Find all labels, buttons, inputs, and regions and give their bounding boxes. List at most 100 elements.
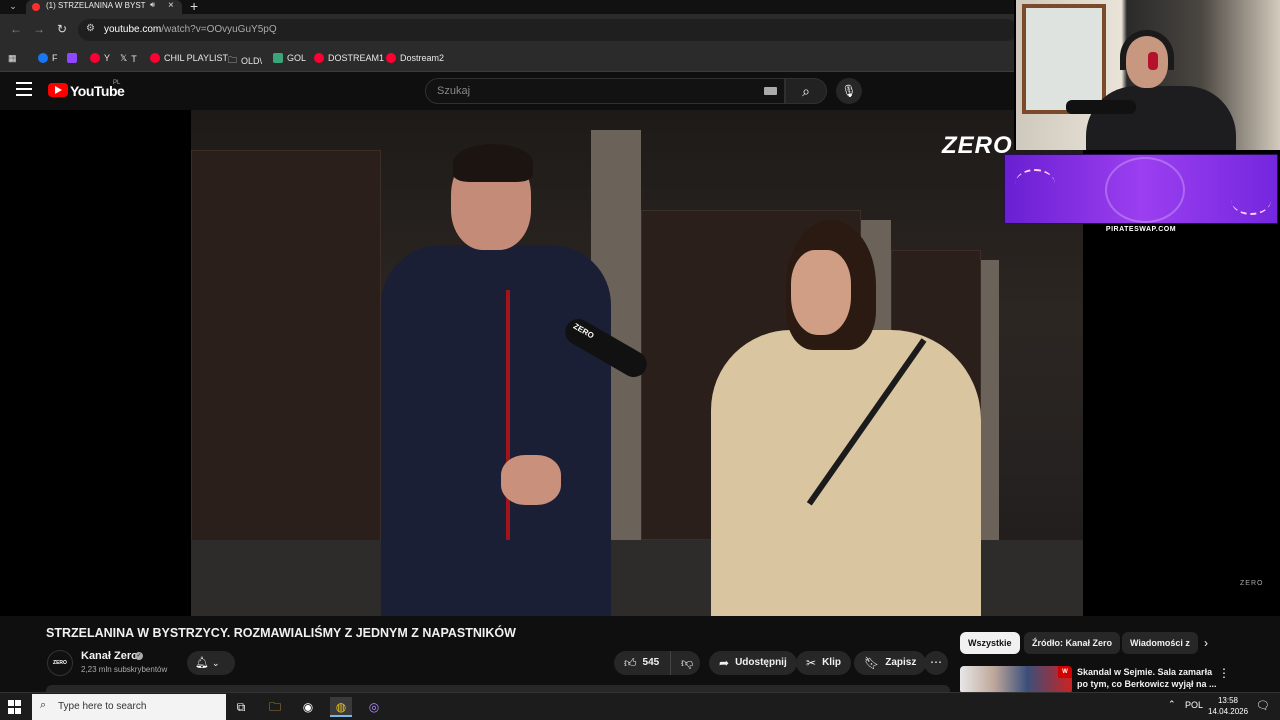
back-arrow-icon[interactable]: ← — [10, 22, 22, 36]
bookmark-y[interactable]: Y — [90, 53, 110, 63]
keyboard-icon[interactable] — [764, 87, 777, 95]
search-placeholder: Szukaj — [437, 85, 471, 97]
chip-all[interactable]: Wszystkie — [960, 632, 1020, 654]
more-dots-icon: ⋯ — [930, 655, 942, 669]
thumbs-up-icon: 👍︎ — [624, 656, 637, 670]
tab-title: (1) STRZELANINA W BYSTRZ — [46, 1, 146, 10]
x-logo-icon: 𝕏 — [120, 53, 128, 63]
search-icon: ⌕ — [802, 83, 810, 99]
apps-grid-icon[interactable]: ▦ — [8, 53, 17, 64]
hands — [501, 455, 561, 505]
save-button[interactable]: 🔖︎ Zapisz — [854, 651, 927, 675]
windows-taskbar: ⌕ Type here to search ⧉ 🗀︎ ◉ ◍ ◎ ⌃ POL 1… — [0, 692, 1280, 720]
scissors-icon: ✂ — [806, 656, 817, 670]
bookmark-gol[interactable]: GOL — [273, 53, 306, 63]
bookmark-folder-old[interactable]: 🗀︎ OLD\ — [228, 53, 262, 69]
interviewee-figure — [381, 144, 611, 616]
more-vertical-icon[interactable]: ⋮ — [1218, 666, 1230, 680]
bookmark-twitch[interactable] — [67, 53, 81, 63]
browser-tab-active[interactable]: (1) STRZELANINA W BYSTRZ 🔊︎ × — [26, 0, 182, 14]
facebook-icon — [38, 53, 48, 63]
search-button[interactable]: ⌕ — [785, 78, 827, 104]
video-title: STRZELANINA W BYSTRZYCY. ROZMAWIALIŚMY Z… — [46, 626, 516, 640]
window-frame — [1022, 4, 1106, 114]
youtube-icon — [90, 53, 100, 63]
windows-start-icon[interactable] — [8, 700, 22, 714]
sponsor-banner — [1004, 154, 1278, 224]
bookmark-chil-playlist[interactable]: CHIL PLAYLIST — [150, 53, 228, 63]
sponsor-caption: PIRATESWAP.COM — [1105, 226, 1177, 233]
share-button[interactable]: ➦ Udostępnij — [709, 651, 797, 675]
channel-badge: W — [1058, 666, 1072, 678]
zero-logo-overlay: ZERO — [942, 132, 1013, 159]
obs-icon[interactable]: ◉ — [297, 697, 319, 717]
youtube-icon — [386, 53, 396, 63]
tray-caret-icon[interactable]: ⌃ — [1168, 699, 1176, 710]
chevron-right-icon[interactable]: › — [1204, 636, 1208, 650]
bell-icon: 🔔︎ — [195, 657, 209, 669]
dislike-button[interactable]: 👎︎ — [670, 651, 700, 675]
site-info-icon[interactable]: ⚙︎ — [86, 23, 95, 34]
chip-news[interactable]: Wiadomości z — [1122, 632, 1198, 654]
subscriber-count: 2,23 mln subskrybentów — [81, 665, 168, 674]
streamer-hoodie — [1086, 86, 1236, 150]
channel-avatar[interactable]: ZERO — [47, 650, 73, 676]
clock-time: 13:58 — [1217, 696, 1239, 705]
thumbs-down-icon: 👎︎ — [681, 656, 694, 670]
youtube-favicon-icon — [32, 3, 40, 11]
more-actions-button[interactable]: ⋯ — [924, 651, 948, 675]
clock-date: 14.04.2026 — [1208, 707, 1249, 716]
chrome-icon[interactable]: ◍ — [330, 697, 352, 717]
reload-icon[interactable]: ↻ — [57, 22, 67, 36]
hamburger-menu-icon[interactable] — [16, 82, 32, 96]
speaker-icon[interactable]: 🔊︎ — [150, 0, 155, 10]
youtube-icon — [150, 53, 160, 63]
bookmark-f[interactable]: F — [38, 53, 58, 63]
channel-name[interactable]: Kanał Zero — [81, 650, 138, 662]
garage-door — [191, 150, 381, 550]
notification-center-icon[interactable]: 🗨︎ — [1256, 699, 1270, 712]
chevron-down-icon: ⌄ — [212, 658, 220, 668]
taskbar-search-input[interactable]: ⌕ Type here to search — [32, 694, 226, 720]
like-count: 545 — [642, 657, 660, 668]
gol-icon — [273, 53, 283, 63]
discord-icon[interactable]: ◎ — [363, 697, 385, 717]
country-code: PL — [113, 80, 121, 86]
jacket-zipper — [506, 290, 510, 540]
task-view-icon[interactable]: ⧉ — [230, 697, 252, 717]
clip-button[interactable]: ✂ Klip — [796, 651, 851, 675]
recommended-video-title[interactable]: Skandal w Sejmie. Sala zamarła po tym, c… — [1077, 666, 1217, 690]
verified-check-icon: ✓ — [135, 652, 143, 660]
url-text[interactable]: youtube.com/watch?v=OOvyuGuY5pQ — [104, 24, 277, 35]
search-icon: ⌕ — [40, 699, 47, 711]
tab-search-chevron-icon[interactable]: ⌄ — [4, 0, 22, 12]
youtube-logo-icon[interactable] — [48, 83, 68, 97]
recommended-thumbnail[interactable]: W — [960, 666, 1072, 694]
streamer-webcam — [1014, 0, 1280, 150]
bookmark-dostream2[interactable]: Dostream2 — [386, 53, 444, 63]
beige-coat — [711, 330, 981, 616]
jacket — [381, 245, 611, 616]
bookmark-icon: 🔖︎ — [864, 656, 880, 670]
chip-source-channel[interactable]: Źródło: Kanał Zero — [1024, 632, 1121, 654]
search-input[interactable]: Szukaj — [425, 78, 785, 104]
forward-arrow-icon[interactable]: → — [33, 22, 45, 36]
address-bar[interactable]: ⚙︎ youtube.com/watch?v=OOvyuGuY5pQ — [78, 19, 1018, 41]
close-tab-icon[interactable]: × — [168, 0, 174, 11]
bookmark-t[interactable]: 𝕏T — [120, 53, 137, 64]
headset-earcup — [1148, 52, 1158, 70]
keyboard-language[interactable]: POL — [1185, 700, 1203, 710]
like-button[interactable]: 👍︎ 545 — [614, 651, 670, 675]
new-tab-plus-icon[interactable]: + — [190, 0, 198, 14]
file-explorer-icon[interactable]: 🗀︎ — [264, 697, 286, 717]
face — [791, 250, 851, 335]
voice-search-button[interactable]: 🎙︎ — [836, 78, 862, 104]
hair — [453, 144, 533, 182]
folder-icon: 🗀︎ — [228, 55, 238, 65]
youtube-icon — [314, 53, 324, 63]
bookmark-dostream1[interactable]: DOSTREAM1 — [314, 53, 384, 63]
clock[interactable]: 13:58 14.04.2026 — [1208, 695, 1248, 717]
notifications-button[interactable]: 🔔︎ ⌄ — [187, 651, 235, 675]
dashed-path-decoration — [1231, 185, 1271, 215]
twitch-icon — [67, 53, 77, 63]
